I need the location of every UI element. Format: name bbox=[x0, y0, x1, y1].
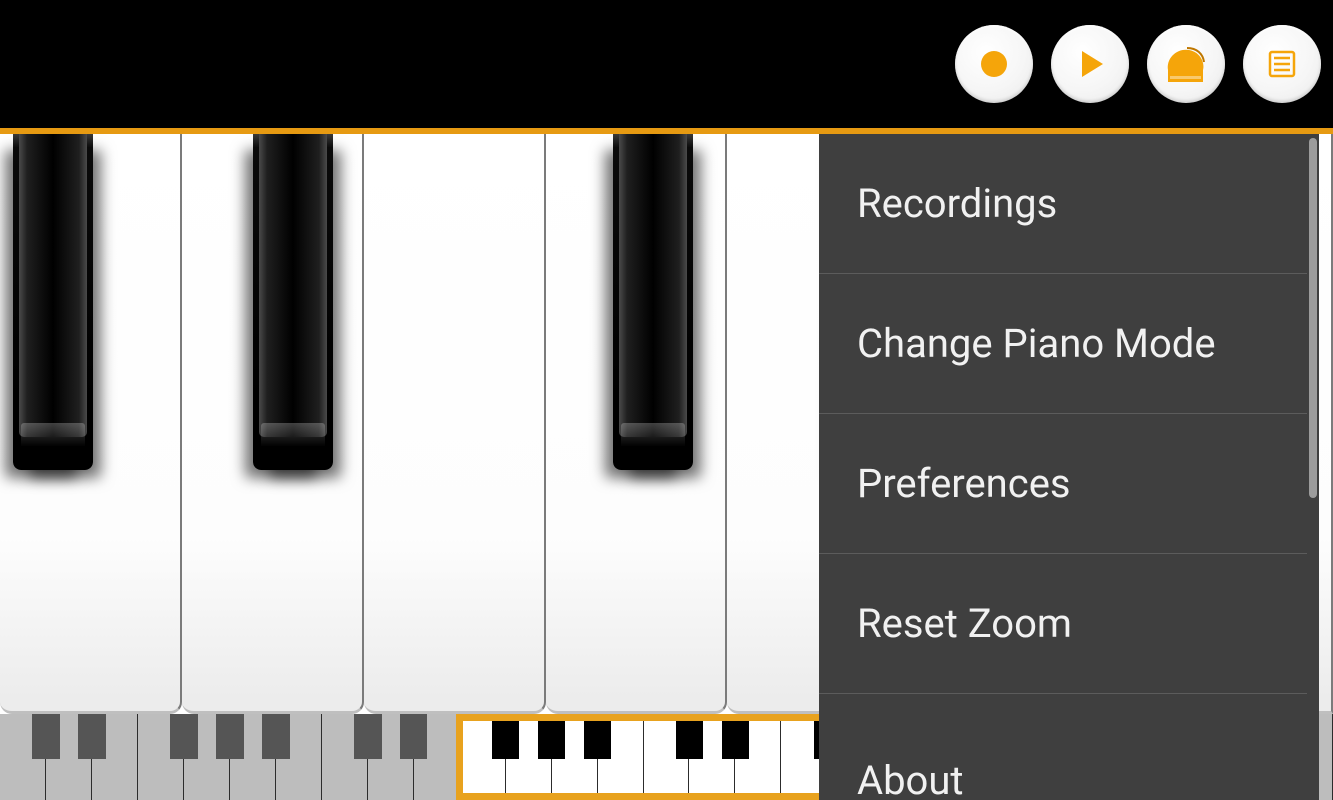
menu-item-label: Preferences bbox=[857, 460, 1071, 507]
white-key[interactable] bbox=[364, 134, 546, 714]
mini-black-key bbox=[400, 714, 428, 759]
mini-black-key bbox=[78, 714, 106, 759]
mini-black-key bbox=[32, 714, 60, 759]
list-icon bbox=[1264, 46, 1300, 82]
record-icon bbox=[979, 49, 1009, 79]
mini-black-key bbox=[354, 714, 382, 759]
minimap-viewport[interactable] bbox=[456, 714, 828, 800]
overflow-menu: Recordings Change Piano Mode Preferences Re… bbox=[819, 134, 1319, 800]
menu-item-recordings[interactable]: Recordings bbox=[819, 134, 1307, 274]
play-icon bbox=[1073, 47, 1107, 81]
menu-item-label: Recordings bbox=[857, 180, 1057, 227]
mini-black-key bbox=[216, 714, 244, 759]
menu-button[interactable] bbox=[1243, 25, 1321, 103]
mini-black-key bbox=[262, 714, 290, 759]
menu-item-label: Reset Zoom bbox=[857, 600, 1072, 647]
menu-item-label: Change Piano Mode bbox=[857, 320, 1216, 367]
menu-item-label: About bbox=[857, 757, 964, 800]
play-button[interactable] bbox=[1051, 25, 1129, 103]
menu-item-preferences[interactable]: Preferences bbox=[819, 414, 1307, 554]
record-button[interactable] bbox=[955, 25, 1033, 103]
toolbar bbox=[0, 0, 1333, 128]
black-key[interactable] bbox=[605, 134, 701, 470]
mini-black-key bbox=[170, 714, 198, 759]
scrollbar-thumb[interactable] bbox=[1309, 138, 1317, 498]
black-key[interactable] bbox=[245, 134, 341, 470]
black-key[interactable] bbox=[5, 134, 101, 470]
menu-scrollbar[interactable] bbox=[1307, 134, 1319, 800]
instrument-button[interactable] bbox=[1147, 25, 1225, 103]
piano-icon bbox=[1163, 44, 1209, 84]
menu-item-change-piano-mode[interactable]: Change Piano Mode bbox=[819, 274, 1307, 414]
menu-item-reset-zoom[interactable]: Reset Zoom bbox=[819, 554, 1307, 694]
menu-item-about[interactable]: About bbox=[819, 694, 1307, 800]
